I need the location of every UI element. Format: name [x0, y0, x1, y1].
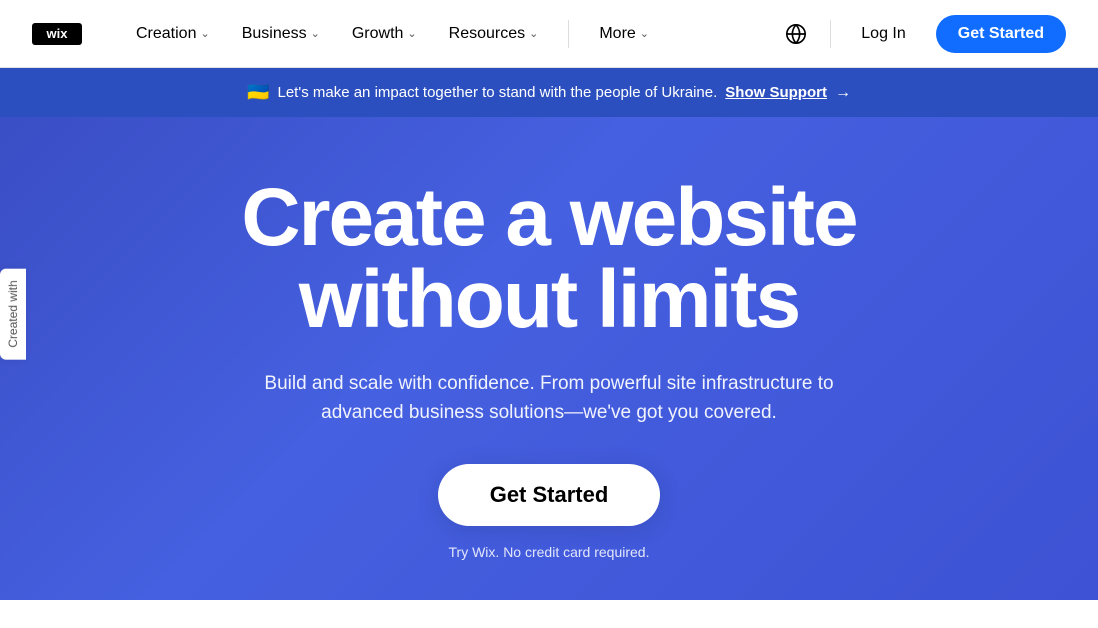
- nav-item-growth[interactable]: Growth ⌄: [338, 17, 431, 51]
- creation-chevron-icon: ⌄: [200, 27, 209, 40]
- hero-subtitle: Build and scale with confidence. From po…: [249, 369, 849, 428]
- hero-title-line2: without limits: [299, 254, 799, 345]
- side-tab-text: Created with: [6, 280, 20, 347]
- business-label: Business: [242, 25, 307, 43]
- nav-divider: [568, 20, 569, 48]
- navbar: wix Creation ⌄ Business ⌄ Growth ⌄ Resou…: [0, 0, 1098, 68]
- creation-label: Creation: [136, 25, 196, 43]
- ukraine-arrow-icon: →: [835, 84, 851, 102]
- business-chevron-icon: ⌄: [311, 27, 320, 40]
- svg-text:wix: wix: [46, 26, 69, 41]
- resources-chevron-icon: ⌄: [529, 27, 538, 40]
- logo[interactable]: wix: [32, 23, 82, 45]
- get-started-nav-button[interactable]: Get Started: [936, 15, 1066, 53]
- globe-button[interactable]: [778, 16, 814, 52]
- nav-item-business[interactable]: Business ⌄: [228, 17, 334, 51]
- hero-title: Create a website without limits: [241, 177, 856, 341]
- nav-item-resources[interactable]: Resources ⌄: [435, 17, 553, 51]
- growth-label: Growth: [352, 25, 404, 43]
- hero-title-line1: Create a website: [241, 172, 856, 263]
- ukraine-banner: 🇺🇦 Let's make an impact together to stan…: [0, 68, 1098, 117]
- nav-right-divider: [830, 20, 831, 48]
- nav-item-more[interactable]: More ⌄: [585, 17, 663, 51]
- nav-links: Creation ⌄ Business ⌄ Growth ⌄ Resources…: [122, 17, 778, 51]
- nav-item-creation[interactable]: Creation ⌄: [122, 17, 224, 51]
- login-label: Log In: [861, 25, 905, 42]
- get-started-hero-button[interactable]: Get Started: [438, 464, 661, 526]
- ukraine-flag-emoji: 🇺🇦: [247, 82, 269, 103]
- hero-footnote: Try Wix. No credit card required.: [449, 544, 650, 560]
- more-chevron-icon: ⌄: [640, 27, 649, 40]
- nav-right: Log In Get Started: [778, 15, 1066, 53]
- globe-icon: [785, 23, 807, 45]
- more-label: More: [599, 25, 635, 43]
- ukraine-show-support-link[interactable]: Show Support: [725, 84, 827, 101]
- growth-chevron-icon: ⌄: [407, 27, 416, 40]
- side-tab[interactable]: Created with: [0, 268, 26, 359]
- resources-label: Resources: [449, 25, 525, 43]
- login-button[interactable]: Log In: [847, 17, 919, 51]
- ukraine-banner-text: Let's make an impact together to stand w…: [277, 84, 717, 101]
- hero-section: Create a website without limits Build an…: [0, 117, 1098, 600]
